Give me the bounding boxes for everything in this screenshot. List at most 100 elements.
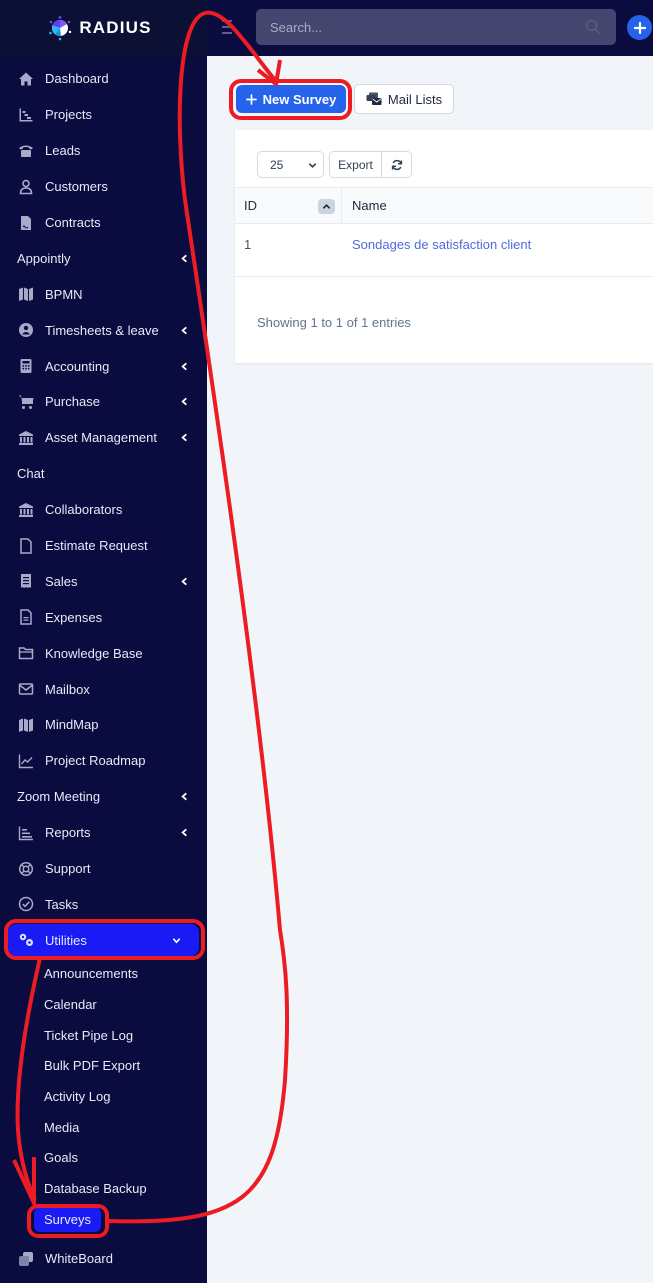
chevron-left-icon xyxy=(179,253,189,263)
sidebar-item-label: MindMap xyxy=(45,717,99,733)
file-icon xyxy=(17,537,34,554)
sidebar-item-zoom-meeting[interactable]: Zoom Meeting xyxy=(0,779,207,815)
table-row: 1 Sondages de satisfaction client xyxy=(235,224,653,277)
sidebar-item-accounting[interactable]: Accounting xyxy=(0,348,207,384)
column-header-name[interactable]: Name xyxy=(342,198,387,213)
sidebar-item-timesheets-and-leave[interactable]: Timesheets & leave xyxy=(0,312,207,348)
sidebar-nav: Dashboard Projects Leads Customers Contracts… xyxy=(0,56,207,1276)
sidebar-item-mailbox[interactable]: Mailbox xyxy=(0,671,207,707)
home-icon xyxy=(17,70,34,87)
sidebar-item-dashboard[interactable]: Dashboard xyxy=(0,61,207,97)
radius-logo-icon xyxy=(49,16,72,41)
sidebar-item-contracts[interactable]: Contracts xyxy=(0,205,207,241)
sidebar-item-label: Reports xyxy=(45,825,91,841)
sidebar-item-sales[interactable]: Sales xyxy=(0,563,207,599)
search-input[interactable] xyxy=(256,9,616,45)
sidebar-item-label: BPMN xyxy=(45,286,83,302)
sidebar-item-project-roadmap[interactable]: Project Roadmap xyxy=(0,743,207,779)
cart-icon xyxy=(17,393,34,410)
page-length-value: 25 xyxy=(270,157,284,172)
chart-steps-icon xyxy=(17,106,34,123)
sidebar-item-reports[interactable]: Reports xyxy=(0,815,207,851)
brand-name: RADIUS xyxy=(79,18,152,37)
cell-id: 1 xyxy=(244,237,252,252)
sidebar-subitem-label: Goals xyxy=(44,1150,78,1166)
phone-icon xyxy=(17,142,34,159)
sidebar-subitem-announcements[interactable]: Announcements xyxy=(0,958,207,989)
sidebar-subitem-label: Bulk PDF Export xyxy=(44,1058,141,1074)
topbar xyxy=(207,0,653,56)
sidebar-item-customers[interactable]: Customers xyxy=(0,169,207,205)
column-header-id[interactable]: ID xyxy=(235,188,342,223)
page-length-select[interactable]: 25 xyxy=(257,151,324,178)
sidebar-item-mindmap[interactable]: MindMap xyxy=(0,707,207,743)
sidebar-item-label: Utilities xyxy=(45,932,87,948)
export-button[interactable]: Export xyxy=(330,152,382,177)
chevron-left-icon xyxy=(179,397,189,407)
sidebar-subitem-label: Activity Log xyxy=(44,1088,111,1104)
sidebar-item-asset-management[interactable]: Asset Management xyxy=(0,420,207,456)
chevron-left-icon xyxy=(179,361,189,371)
sidebar: RADIUS Dashboard Projects Leads Customers Co… xyxy=(0,0,207,1283)
bank-icon xyxy=(17,501,34,518)
sidebar-item-appointly[interactable]: Appointly xyxy=(0,240,207,276)
sidebar-subitem-goals[interactable]: Goals xyxy=(0,1143,207,1174)
sidebar-item-label: Appointly xyxy=(17,250,71,266)
sidebar-item-label: Customers xyxy=(45,179,108,195)
sidebar-item-knowledge-base[interactable]: Knowledge Base xyxy=(0,635,207,671)
chevron-left-icon xyxy=(179,792,189,802)
map-icon xyxy=(17,716,34,733)
sidebar-item-leads[interactable]: Leads xyxy=(0,133,207,169)
table-actions: Export xyxy=(329,151,412,178)
sidebar-subitem-label: Calendar xyxy=(44,996,97,1012)
envelope-icon xyxy=(17,681,34,698)
sidebar-item-label: Sales xyxy=(45,573,78,589)
sidebar-item-label: Timesheets & leave xyxy=(45,322,159,338)
sidebar-item-estimate-request[interactable]: Estimate Request xyxy=(0,528,207,564)
sidebar-item-label: Leads xyxy=(45,143,81,159)
quick-add-button[interactable] xyxy=(627,15,652,40)
sidebar-item-utilities[interactable]: Utilities xyxy=(8,924,199,957)
search-icon[interactable] xyxy=(585,19,601,35)
mail-bulk-icon xyxy=(366,92,382,105)
check-circle-icon xyxy=(17,896,34,913)
sidebar-item-label: Support xyxy=(45,861,91,877)
sidebar-subitem-label: Surveys xyxy=(34,1206,101,1232)
sidebar-item-projects[interactable]: Projects xyxy=(0,97,207,133)
sidebar-subitem-database-backup[interactable]: Database Backup xyxy=(0,1173,207,1204)
sort-asc-button[interactable] xyxy=(318,199,335,214)
brand[interactable]: RADIUS xyxy=(0,0,207,56)
table-header: ID Name xyxy=(235,187,653,224)
mail-lists-button[interactable]: Mail Lists xyxy=(354,84,454,114)
sidebar-item-chat[interactable]: Chat xyxy=(0,456,207,492)
sidebar-item-support[interactable]: Support xyxy=(0,851,207,887)
chevron-down-icon xyxy=(308,163,317,168)
column-header-name-label: Name xyxy=(352,198,387,213)
sidebar-subitem-surveys[interactable]: Surveys xyxy=(0,1204,207,1235)
receipt-icon xyxy=(17,573,34,590)
sidebar-item-bpmn[interactable]: BPMN xyxy=(0,276,207,312)
new-survey-button[interactable]: New Survey xyxy=(236,85,346,113)
chevron-down-icon xyxy=(171,935,181,945)
sidebar-subitem-activity-log[interactable]: Activity Log xyxy=(0,1081,207,1112)
survey-link[interactable]: Sondages de satisfaction client xyxy=(342,237,531,252)
sidebar-item-purchase[interactable]: Purchase xyxy=(0,384,207,420)
sidebar-item-expenses[interactable]: Expenses xyxy=(0,599,207,635)
sidebar-item-collaborators[interactable]: Collaborators xyxy=(0,492,207,528)
sidebar-subitem-bulk-pdf-export[interactable]: Bulk PDF Export xyxy=(0,1050,207,1081)
file-contract-icon xyxy=(17,214,34,231)
column-header-id-label: ID xyxy=(244,198,257,213)
chevron-left-icon xyxy=(179,828,189,838)
sidebar-subitem-media[interactable]: Media xyxy=(0,1112,207,1143)
sidebar-item-tasks[interactable]: Tasks xyxy=(0,886,207,922)
sidebar-subitem-calendar[interactable]: Calendar xyxy=(0,989,207,1020)
life-ring-icon xyxy=(17,860,34,877)
plus-icon xyxy=(633,21,646,34)
sidebar-subitem-ticket-pipe-log[interactable]: Ticket Pipe Log xyxy=(0,1020,207,1051)
refresh-button[interactable] xyxy=(382,152,411,177)
hamburger-icon[interactable] xyxy=(222,20,236,34)
sidebar-item-label: Dashboard xyxy=(45,71,109,87)
bank-icon xyxy=(17,429,34,446)
sidebar-item-label: Expenses xyxy=(45,609,103,625)
sidebar-item-whiteboard[interactable]: WhiteBoard xyxy=(0,1241,207,1277)
